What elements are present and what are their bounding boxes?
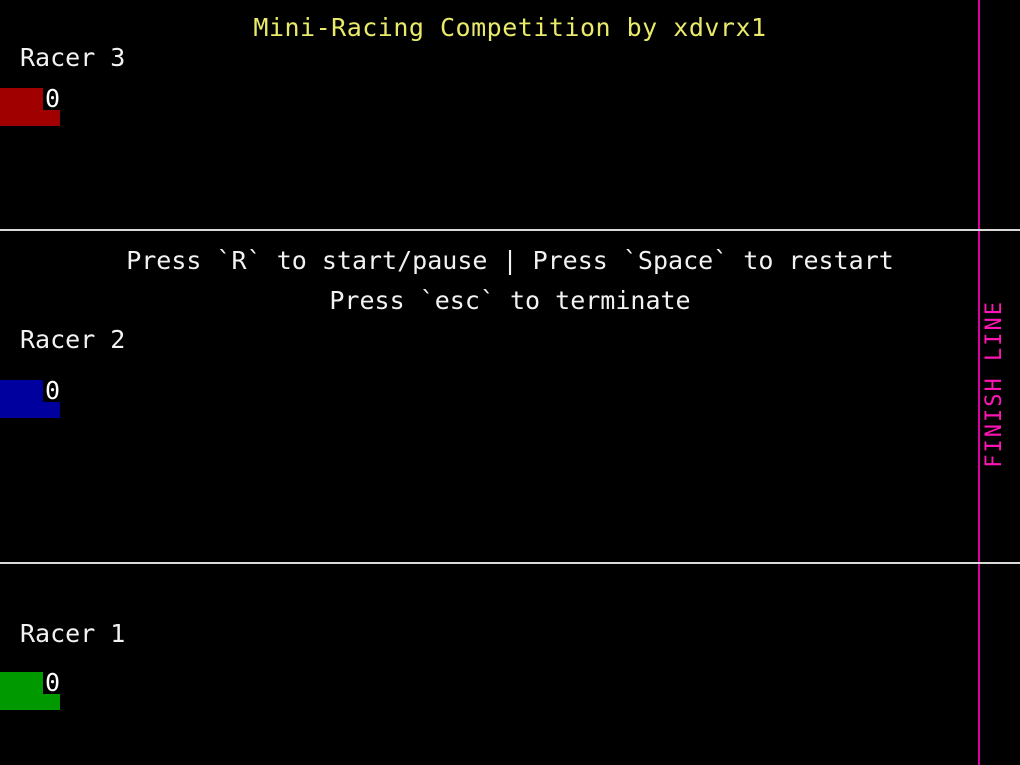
instructions-line-1: Press `R` to start/pause | Press `Space`… (126, 246, 894, 275)
lane-racer3: Racer 3 0 (0, 0, 1020, 229)
instructions-line-2: Press `esc` to terminate (329, 286, 691, 315)
finish-line-marker (978, 0, 980, 765)
score-racer1: 0 (45, 668, 61, 697)
finish-line-label: FINISH LINE (982, 300, 1007, 468)
racer-label-racer2: Racer 2 (20, 325, 126, 354)
car-body-upper-racer3 (0, 88, 43, 110)
game-screen: Mini-Racing Competition by xdvrx1 Racer … (0, 0, 1020, 765)
car-body-upper-racer2 (0, 380, 43, 402)
lane-racer1: Racer 1 0 (0, 564, 1020, 765)
racer-label-racer3: Racer 3 (20, 43, 126, 72)
lane-separator-bottom (0, 562, 1020, 564)
lane-separator-top (0, 229, 1020, 231)
racer-label-racer1: Racer 1 (20, 619, 126, 648)
score-racer2: 0 (45, 376, 61, 405)
car-body-upper-racer1 (0, 672, 43, 694)
score-racer3: 0 (45, 84, 61, 113)
lane-racer2: Racer 2 0 (0, 231, 1020, 562)
